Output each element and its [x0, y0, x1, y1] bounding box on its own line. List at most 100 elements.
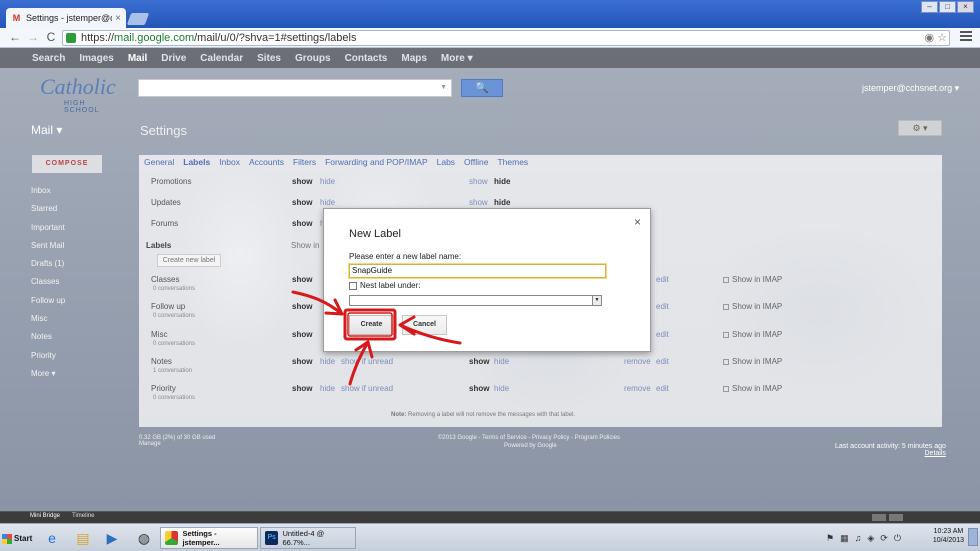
- gbar-drive[interactable]: Drive: [161, 53, 186, 64]
- mail-search-input[interactable]: ▼: [138, 79, 452, 97]
- updates-hide-list[interactable]: hide: [494, 198, 510, 207]
- gear-icon[interactable]: ⚙ ▾: [898, 120, 942, 136]
- updates-show-list[interactable]: show: [469, 198, 488, 207]
- label-misc[interactable]: Misc: [151, 330, 167, 339]
- tab-labels[interactable]: Labels: [183, 157, 210, 167]
- flag-tray-icon[interactable]: ⚑: [826, 533, 834, 544]
- updates-show[interactable]: show: [292, 198, 312, 207]
- misc-imap[interactable]: Show in IMAP: [723, 330, 782, 339]
- browser-tab[interactable]: M Settings - jstemper@cchsnet ×: [6, 8, 126, 28]
- activity-details-link[interactable]: Details: [835, 450, 946, 457]
- nav-important[interactable]: Important: [31, 219, 65, 237]
- tab-offline[interactable]: Offline: [464, 157, 488, 167]
- notes-show[interactable]: show: [292, 357, 312, 366]
- follow-up-edit[interactable]: edit: [656, 302, 669, 311]
- promotions-show-list[interactable]: show: [469, 177, 488, 186]
- parent-label-select[interactable]: ▼: [349, 295, 602, 306]
- search-button[interactable]: 🔍: [461, 79, 503, 97]
- misc-show[interactable]: show: [292, 330, 312, 339]
- account-menu[interactable]: jstemper@cchsnet.org ▾: [862, 83, 959, 94]
- tab-general[interactable]: General: [144, 157, 174, 167]
- tab-inbox[interactable]: Inbox: [219, 157, 240, 167]
- start-button[interactable]: Start: [2, 529, 34, 548]
- gbar-more[interactable]: More ▾: [441, 53, 473, 64]
- classes-edit[interactable]: edit: [656, 275, 669, 284]
- network-icon[interactable]: ▦: [840, 533, 849, 544]
- notes-show-if-unread[interactable]: show if unread: [341, 357, 393, 366]
- shield-icon[interactable]: ◈: [867, 533, 874, 544]
- new-tab-button[interactable]: [126, 13, 150, 25]
- task-photoshop[interactable]: Ps Untitled-4 @ 66.7%...: [260, 527, 356, 549]
- storage-manage-link[interactable]: Manage: [139, 441, 215, 447]
- classes-show[interactable]: show: [292, 275, 312, 284]
- forward-button[interactable]: →: [26, 30, 40, 44]
- task-chrome[interactable]: Settings - jstemper...: [160, 527, 258, 549]
- follow-up-show[interactable]: show: [292, 302, 312, 311]
- promotions-show[interactable]: show: [292, 177, 312, 186]
- reload-button[interactable]: C: [44, 30, 58, 44]
- create-new-label-button[interactable]: Create new label: [157, 254, 221, 267]
- label-classes[interactable]: Classes: [151, 275, 179, 284]
- gbar-search[interactable]: Search: [32, 53, 65, 64]
- timeline-tab[interactable]: Timeline: [72, 513, 94, 519]
- compose-button[interactable]: COMPOSE: [32, 155, 102, 173]
- label-name-input[interactable]: SnapGuide: [349, 264, 606, 278]
- cancel-button[interactable]: Cancel: [402, 315, 447, 335]
- clock[interactable]: 10:23 AM 10/4/2013: [933, 527, 964, 545]
- nav-drafts[interactable]: Drafts (1): [31, 255, 65, 273]
- nav-follow-up[interactable]: Follow up: [31, 292, 65, 310]
- panel-collapse-icon[interactable]: [872, 514, 886, 521]
- notes-hide-list[interactable]: hide: [494, 357, 509, 366]
- priority-imap-checkbox[interactable]: [723, 385, 729, 392]
- create-button[interactable]: Create: [349, 315, 394, 335]
- priority-hide[interactable]: hide: [320, 384, 335, 393]
- classes-imap-checkbox[interactable]: [723, 276, 729, 283]
- classes-imap[interactable]: Show in IMAP: [723, 275, 782, 284]
- bookmark-star-icon[interactable]: ◉ ☆: [924, 31, 947, 44]
- tab-filters[interactable]: Filters: [293, 157, 316, 167]
- nav-starred[interactable]: Starred: [31, 200, 65, 218]
- back-button[interactable]: ←: [8, 30, 22, 44]
- notes-edit[interactable]: edit: [656, 357, 669, 366]
- follow-up-imap-checkbox[interactable]: [723, 303, 729, 310]
- maximize-button[interactable]: □: [939, 1, 956, 13]
- volume-icon[interactable]: ♫: [855, 533, 862, 543]
- priority-remove[interactable]: remove: [624, 384, 651, 393]
- priority-imap[interactable]: Show in IMAP: [723, 384, 782, 393]
- nav-inbox[interactable]: Inbox: [31, 182, 65, 200]
- power-icon[interactable]: ⏻: [894, 533, 901, 544]
- promotions-hide-list[interactable]: hide: [494, 177, 510, 186]
- folder-icon[interactable]: ▤: [71, 527, 95, 549]
- gbar-contacts[interactable]: Contacts: [345, 53, 388, 64]
- nav-more[interactable]: More ▾: [31, 365, 65, 383]
- notes-remove[interactable]: remove: [624, 357, 651, 366]
- tab-labs[interactable]: Labs: [437, 157, 455, 167]
- gbar-images[interactable]: Images: [79, 53, 113, 64]
- chevron-down-icon[interactable]: ▼: [592, 296, 601, 305]
- label-notes[interactable]: Notes: [151, 357, 172, 366]
- notes-show-list[interactable]: show: [469, 357, 489, 366]
- gbar-sites[interactable]: Sites: [257, 53, 281, 64]
- tab-accounts[interactable]: Accounts: [249, 157, 284, 167]
- priority-edit[interactable]: edit: [656, 384, 669, 393]
- notes-hide[interactable]: hide: [320, 357, 335, 366]
- misc-edit[interactable]: edit: [656, 330, 669, 339]
- gbar-mail[interactable]: Mail: [128, 53, 147, 64]
- nav-classes[interactable]: Classes: [31, 273, 65, 291]
- tab-close-icon[interactable]: ×: [115, 13, 121, 24]
- show-desktop-button[interactable]: [968, 528, 978, 546]
- priority-show-list[interactable]: show: [469, 384, 489, 393]
- follow-up-imap[interactable]: Show in IMAP: [723, 302, 782, 311]
- gbar-groups[interactable]: Groups: [295, 53, 331, 64]
- priority-hide-list[interactable]: hide: [494, 384, 509, 393]
- dialog-close-icon[interactable]: ×: [634, 215, 641, 229]
- footer-legal[interactable]: ©2013 Google - Terms of Service - Privac…: [438, 435, 620, 441]
- tab-themes[interactable]: Themes: [497, 157, 528, 167]
- mini-bridge-tab[interactable]: Mini Bridge: [30, 513, 60, 519]
- misc-imap-checkbox[interactable]: [723, 331, 729, 338]
- close-window-button[interactable]: ×: [957, 1, 974, 13]
- updates-hide[interactable]: hide: [320, 198, 335, 207]
- notes-imap[interactable]: Show in IMAP: [723, 357, 782, 366]
- app-icon[interactable]: ◍: [132, 527, 156, 549]
- label-priority[interactable]: Priority: [151, 384, 176, 393]
